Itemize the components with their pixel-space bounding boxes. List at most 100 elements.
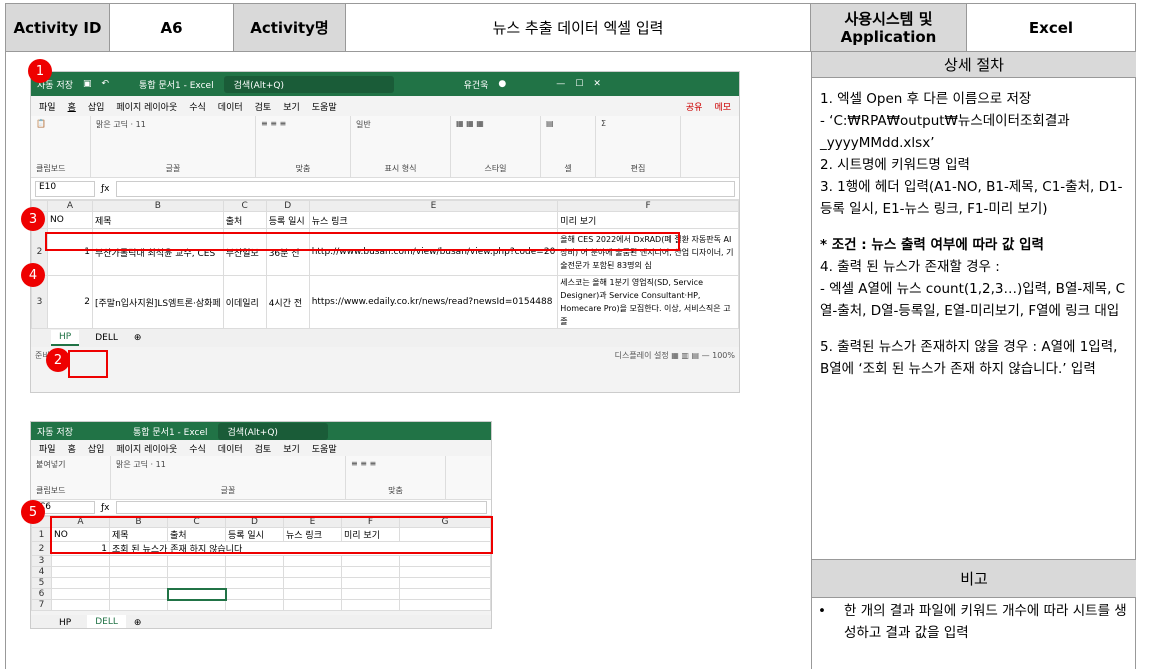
avatar-icon[interactable]: ● bbox=[498, 79, 506, 89]
menu-review[interactable]: 검토 bbox=[255, 442, 272, 455]
menu-home[interactable]: 홈 bbox=[68, 100, 76, 113]
cell[interactable]: https://www.edaily.co.kr/news/read?newsI… bbox=[308, 275, 559, 329]
cell[interactable] bbox=[51, 588, 110, 600]
align-icon[interactable]: ≡ ≡ ≡ bbox=[261, 119, 345, 128]
cell[interactable] bbox=[225, 599, 284, 611]
cell[interactable]: 등록 일시 bbox=[265, 211, 310, 229]
style-icon[interactable]: ▦ ▦ ▦ bbox=[456, 119, 535, 128]
zoom-level[interactable]: 100% bbox=[712, 351, 735, 360]
col-header[interactable]: D bbox=[265, 200, 310, 212]
row-header[interactable]: 3 bbox=[31, 555, 52, 567]
cell[interactable] bbox=[51, 599, 110, 611]
align-icon[interactable]: ≡ ≡ ≡ bbox=[351, 459, 440, 468]
row-header[interactable]: 5 bbox=[31, 577, 52, 589]
cell[interactable] bbox=[341, 588, 400, 600]
cell[interactable]: [주말n입사지원]LS엠트론·삼화페 bbox=[92, 275, 224, 329]
col-header[interactable]: C bbox=[222, 200, 267, 212]
col-header[interactable]: B bbox=[92, 200, 224, 212]
autosave-label[interactable]: 자동 저장 bbox=[37, 425, 73, 438]
cell[interactable]: 출처 bbox=[222, 211, 267, 229]
col-header[interactable]: F bbox=[557, 200, 739, 212]
search-input[interactable]: 검색(Alt+Q) bbox=[223, 75, 394, 93]
cell[interactable] bbox=[399, 555, 491, 567]
share-button[interactable]: 공유 bbox=[686, 100, 703, 113]
cell[interactable] bbox=[399, 588, 491, 600]
undo-icon[interactable]: ↶ bbox=[102, 79, 110, 89]
maximize-icon[interactable]: ☐ bbox=[575, 79, 583, 89]
cell[interactable] bbox=[283, 555, 342, 567]
cell[interactable]: 제목 bbox=[92, 211, 224, 229]
display-settings[interactable]: 디스플레이 설정 bbox=[615, 351, 669, 360]
paste-icon[interactable]: 📋 bbox=[36, 119, 85, 128]
add-sheet-icon[interactable]: ⊕ bbox=[134, 333, 142, 343]
cell[interactable]: 2 bbox=[47, 275, 93, 329]
cell[interactable]: NO bbox=[47, 211, 93, 229]
cell[interactable]: 4시간 전 bbox=[265, 275, 310, 329]
menu-layout[interactable]: 페이지 레이아웃 bbox=[116, 100, 177, 113]
font-select[interactable]: 맑은 고딕 bbox=[116, 460, 148, 469]
cell[interactable] bbox=[51, 577, 110, 589]
cell[interactable] bbox=[225, 566, 284, 578]
formula-input[interactable] bbox=[115, 501, 487, 514]
sheet-grid[interactable]: A B C D E F 1 NO 제목 출처 등록 일시 뉴스 링크 미리 보기… bbox=[31, 200, 739, 329]
menu-review[interactable]: 검토 bbox=[255, 100, 272, 113]
cell[interactable] bbox=[109, 577, 168, 589]
menu-formula[interactable]: 수식 bbox=[189, 100, 206, 113]
cell[interactable] bbox=[399, 599, 491, 611]
row-header[interactable]: 1 bbox=[31, 527, 52, 542]
menu-view[interactable]: 보기 bbox=[283, 442, 300, 455]
row-header[interactable]: 6 bbox=[31, 588, 52, 600]
menu-data[interactable]: 데이터 bbox=[218, 100, 243, 113]
size-select[interactable]: 11 bbox=[156, 460, 166, 469]
search-input[interactable]: 검색(Alt+Q) bbox=[217, 422, 328, 440]
cell[interactable] bbox=[341, 555, 400, 567]
cell[interactable] bbox=[51, 555, 110, 567]
cell[interactable] bbox=[341, 566, 400, 578]
cell[interactable] bbox=[399, 566, 491, 578]
tab-dell[interactable]: DELL bbox=[87, 330, 126, 346]
menu-insert[interactable]: 삽입 bbox=[88, 100, 105, 113]
close-icon[interactable]: ✕ bbox=[593, 79, 601, 89]
cell[interactable] bbox=[109, 555, 168, 567]
add-sheet-icon[interactable]: ⊕ bbox=[134, 618, 142, 628]
cell-icon[interactable]: ▤ bbox=[546, 119, 590, 128]
col-header[interactable]: E bbox=[308, 200, 559, 212]
menu-formula[interactable]: 수식 bbox=[189, 442, 206, 455]
paste-button[interactable]: 붙여넣기 bbox=[36, 459, 105, 470]
tab-hp[interactable]: HP bbox=[51, 615, 79, 628]
cell[interactable] bbox=[283, 588, 342, 600]
cell[interactable] bbox=[225, 588, 284, 600]
cell[interactable] bbox=[399, 577, 491, 589]
formula-input[interactable] bbox=[115, 180, 735, 197]
cell[interactable] bbox=[167, 577, 226, 589]
menu-help[interactable]: 도움말 bbox=[312, 100, 337, 113]
cell[interactable]: 뉴스 링크 bbox=[308, 211, 559, 229]
col-header[interactable]: A bbox=[47, 200, 93, 212]
cell[interactable] bbox=[167, 566, 226, 578]
name-box[interactable]: E10 bbox=[35, 180, 95, 197]
cell[interactable] bbox=[341, 599, 400, 611]
row-header[interactable]: 4 bbox=[31, 566, 52, 578]
menu-help[interactable]: 도움말 bbox=[312, 442, 337, 455]
minimize-icon[interactable]: — bbox=[556, 79, 565, 89]
cell[interactable]: 이데일리 bbox=[222, 275, 267, 329]
save-icon[interactable]: ▣ bbox=[83, 79, 92, 89]
cell[interactable] bbox=[167, 555, 226, 567]
cell[interactable] bbox=[283, 599, 342, 611]
menu-data[interactable]: 데이터 bbox=[218, 442, 243, 455]
active-cell[interactable] bbox=[166, 587, 227, 601]
menu-file[interactable]: 파일 bbox=[39, 100, 56, 113]
tab-dell[interactable]: DELL bbox=[87, 615, 126, 628]
cell[interactable]: 세스코는 올해 1분기 영업직(SD, Service Designer)과 S… bbox=[557, 275, 739, 329]
menu-file[interactable]: 파일 bbox=[39, 442, 56, 455]
cell[interactable] bbox=[109, 588, 168, 600]
numfmt-select[interactable]: 일반 bbox=[356, 119, 445, 130]
cell[interactable] bbox=[51, 566, 110, 578]
cell[interactable] bbox=[341, 577, 400, 589]
tab-hp[interactable]: HP bbox=[51, 330, 80, 346]
menu-home[interactable]: 홈 bbox=[68, 442, 76, 455]
memo-button[interactable]: 메모 bbox=[714, 100, 731, 113]
sum-icon[interactable]: Σ bbox=[601, 119, 675, 128]
cell[interactable] bbox=[167, 599, 226, 611]
menu-view[interactable]: 보기 bbox=[283, 100, 300, 113]
